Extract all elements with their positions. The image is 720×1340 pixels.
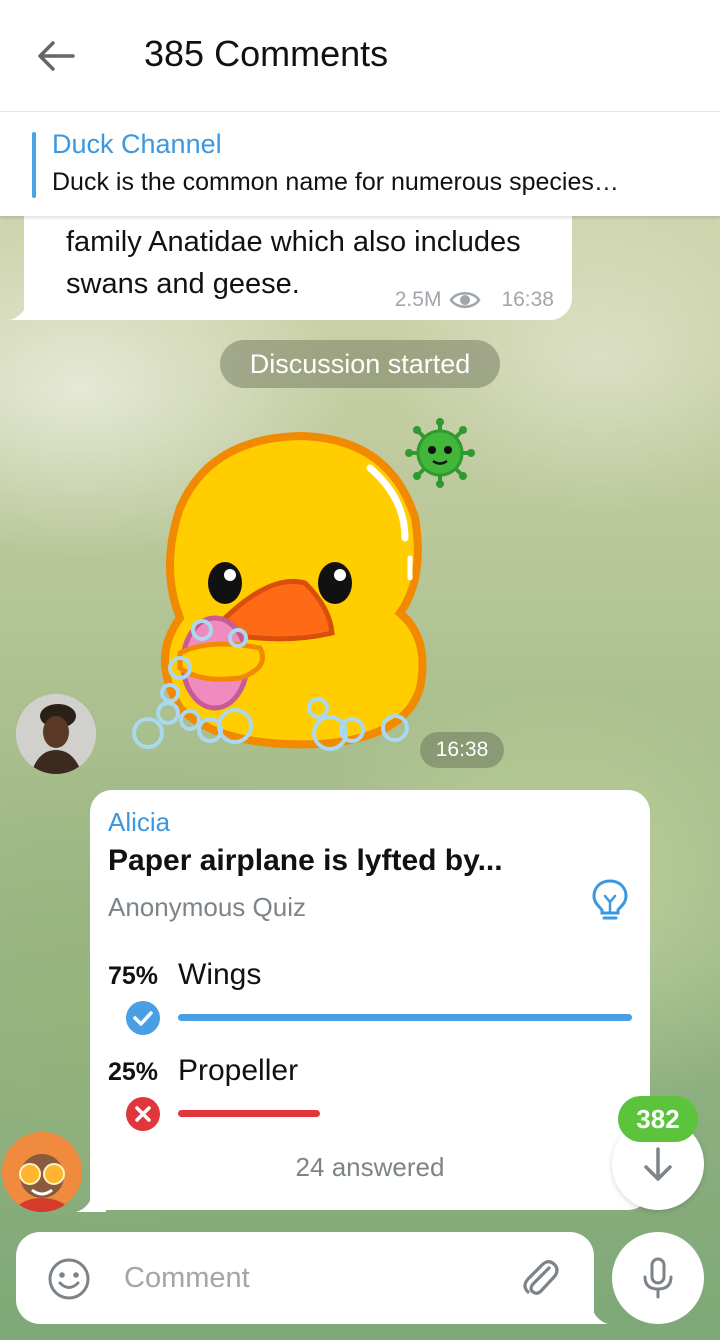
post-time: 16:38	[501, 288, 554, 311]
quiz-type: Anonymous Quiz	[108, 892, 306, 922]
service-message: Discussion started	[220, 340, 500, 388]
option-result-bar	[178, 1110, 320, 1117]
user-avatar-image	[2, 1132, 82, 1212]
correct-check-icon	[126, 1001, 160, 1035]
duck-sticker[interactable]	[120, 408, 500, 768]
option-percent: 25%	[108, 1058, 159, 1086]
paperclip-icon[interactable]	[516, 1254, 564, 1302]
post-text-line: family Anatidae which also includes	[66, 226, 521, 258]
quiz-author[interactable]: Alicia	[108, 807, 170, 838]
pinned-text: Duck is the common name for numerous spe…	[52, 168, 619, 196]
duck-sticker-image	[132, 418, 475, 751]
quiz-bubble: Alicia Paper airplane is lyfted by... An…	[90, 790, 650, 1210]
option-label: Propeller	[178, 1054, 299, 1087]
eye-icon	[449, 292, 481, 308]
sticker-time: 16:38	[420, 732, 504, 768]
comment-composer	[16, 1232, 594, 1324]
microphone-button[interactable]	[612, 1232, 704, 1324]
post-meta: 2.5M 16:38	[395, 288, 554, 312]
back-button[interactable]	[30, 30, 82, 82]
quiz-question: Paper airplane is lyfted by...	[108, 844, 503, 877]
lightbulb-icon[interactable]	[590, 878, 630, 922]
arrow-left-icon	[38, 41, 75, 71]
option-percent: 75%	[108, 962, 159, 990]
page-title: 385 Comments	[144, 33, 389, 74]
views-count: 2.5M	[394, 288, 442, 311]
option-label: Wings	[178, 958, 262, 991]
emoji-icon[interactable]	[46, 1256, 92, 1302]
user-avatar-image	[16, 694, 96, 774]
option-result-bar	[178, 1014, 632, 1021]
top-app-bar: 385 Comments	[0, 0, 720, 112]
avatar[interactable]	[2, 1132, 82, 1212]
answered-count[interactable]: 24 answered	[90, 1152, 650, 1183]
microphone-icon	[643, 1257, 673, 1299]
bubble-tail	[10, 300, 40, 320]
comment-input[interactable]	[124, 1254, 504, 1302]
avatar[interactable]	[16, 694, 96, 774]
pinned-accent-bar	[32, 132, 36, 198]
pinned-message[interactable]: Duck Channel Duck is the common name for…	[0, 112, 720, 216]
composer-tail	[584, 1302, 608, 1324]
unread-count-badge[interactable]: 382	[618, 1096, 698, 1142]
wrong-cross-icon	[126, 1097, 160, 1131]
post-text-line: swans and geese.	[66, 268, 300, 300]
arrow-down-icon	[644, 1147, 672, 1181]
pinned-channel-name: Duck Channel	[52, 129, 222, 159]
bubble-tail	[76, 1190, 106, 1212]
